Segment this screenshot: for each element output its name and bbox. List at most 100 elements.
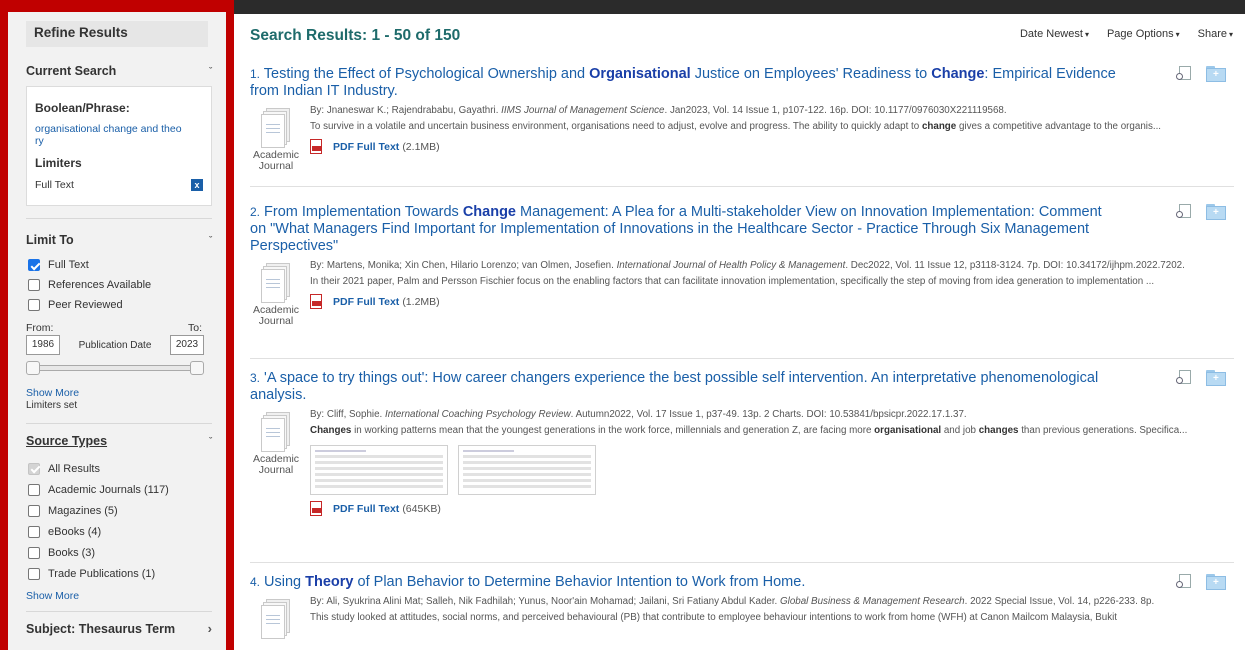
add-to-folder-icon[interactable]: + <box>1206 574 1226 590</box>
result-source-link[interactable]: Global Business & Management Research <box>780 596 965 607</box>
divider <box>26 423 212 424</box>
checkbox-row[interactable]: Academic Journals (117) <box>10 479 226 500</box>
preview-magnifier-icon[interactable] <box>1176 66 1192 82</box>
checkbox[interactable] <box>28 299 40 311</box>
checkbox-row[interactable]: eBooks (4) <box>10 521 226 542</box>
journal-page-shape <box>261 114 285 148</box>
page-options-dropdown[interactable]: Page Options ▾ <box>1107 28 1180 40</box>
slider-handle-end[interactable] <box>190 361 204 375</box>
checkbox[interactable] <box>28 567 40 580</box>
checkbox[interactable] <box>28 525 40 538</box>
table-thumbnail[interactable] <box>310 445 448 495</box>
table-thumbnail[interactable] <box>458 445 596 495</box>
add-to-folder-icon[interactable]: + <box>1206 204 1226 220</box>
result-citation: . 2022 Special Issue, Vol. 14, p226-233.… <box>964 596 1155 607</box>
result-title-link[interactable]: 4. Using Theory of Plan Behavior to Dete… <box>250 574 1120 591</box>
result-title-link[interactable]: 1. Testing the Effect of Psychological O… <box>250 66 1120 100</box>
highlighted-term: changes <box>978 425 1019 436</box>
checkbox-row[interactable]: All Results <box>10 458 226 479</box>
checkbox[interactable] <box>28 462 40 475</box>
result-citation: . Autumn2022, Vol. 17 Issue 1, p37-49. 1… <box>570 409 967 420</box>
result-abstract: To survive in a volatile and uncertain b… <box>310 120 1234 133</box>
pdf-file-size: (2.1MB) <box>402 141 440 153</box>
slider-handle-start[interactable] <box>26 361 40 375</box>
result-title-link[interactable]: 3. 'A space to try things out': How care… <box>250 370 1120 404</box>
search-result: 3. 'A space to try things out': How care… <box>250 370 1234 517</box>
date-newest-dropdown[interactable]: Date Newest ▾ <box>1020 28 1089 40</box>
journal-line-shape <box>266 619 280 620</box>
pdf-band-shape <box>312 301 322 306</box>
checkbox[interactable] <box>28 546 40 559</box>
search-results-main: Search Results: 1 - 50 of 150 Date Newes… <box>234 14 1245 650</box>
date-range-slider[interactable] <box>26 361 204 375</box>
checkbox-label: Peer Reviewed <box>48 299 123 311</box>
journal-line-shape <box>266 124 280 125</box>
chevron-down-icon[interactable]: ˇ <box>209 436 212 446</box>
checkbox-row[interactable]: Peer Reviewed <box>10 295 226 315</box>
remove-limiter-icon[interactable]: x <box>191 179 203 191</box>
search-results-heading: Search Results: 1 - 50 of 150 <box>250 27 461 44</box>
limit-to-show-more-link[interactable]: Show More <box>10 387 226 399</box>
journal-line-shape <box>266 428 280 429</box>
highlighted-term: Change <box>931 66 985 82</box>
thumbnail-caption-line <box>463 450 515 452</box>
add-to-folder-icon[interactable]: + <box>1206 370 1226 386</box>
result-details: By: Cliff, Sophie. International Coachin… <box>302 408 1234 517</box>
result-authors: By: Jnaneswar K.; Rajendrababu, Gayathri… <box>310 105 502 116</box>
pdf-full-text-link[interactable]: PDF Full Text (2.1MB) <box>310 139 1234 155</box>
add-to-folder-icon[interactable]: + <box>1206 66 1226 82</box>
source-types-heading: Source Types <box>26 434 108 448</box>
result-byline: By: Cliff, Sophie. International Coachin… <box>310 408 1234 421</box>
result-byline: By: Ali, Syukrina Alini Mat; Salleh, Nik… <box>310 595 1234 608</box>
chevron-down-icon[interactable]: ˇ <box>209 66 212 76</box>
subject-thesaurus-header[interactable]: Subject: Thesaurus Term › <box>10 621 226 636</box>
source-types-header[interactable]: Source Types ˇ <box>10 434 226 448</box>
thumbnail-row-line <box>315 467 443 470</box>
chevron-down-icon[interactable]: ˇ <box>209 235 212 245</box>
result-source-link[interactable]: IIMS Journal of Management Science <box>501 105 664 116</box>
publication-type-label: Academic Journal <box>252 149 300 172</box>
checkbox[interactable] <box>28 259 40 271</box>
checkbox[interactable] <box>28 483 40 496</box>
abstract-text: This study looked at attitudes, social n… <box>310 612 1117 623</box>
checkbox[interactable] <box>28 504 40 517</box>
checkbox-row[interactable]: Full Text <box>10 255 226 275</box>
to-year-input[interactable]: 2023 <box>169 335 204 355</box>
result-abstract: Changes in working patterns mean that th… <box>310 424 1234 437</box>
pdf-band-shape <box>312 146 322 151</box>
pdf-icon <box>310 501 324 517</box>
pdf-full-text-link[interactable]: PDF Full Text (645KB) <box>310 501 1234 517</box>
result-source-link[interactable]: International Journal of Health Policy &… <box>617 260 846 271</box>
journal-page-shape <box>261 605 285 639</box>
source-types-show-more-link[interactable]: Show More <box>10 590 226 602</box>
caret-down-icon: ▾ <box>1175 30 1180 39</box>
refine-results-sidebar: Refine Results Current Search ˇ Boolean/… <box>0 0 234 650</box>
title-text: Using <box>264 574 306 590</box>
results-options: Date Newest ▾ Page Options ▾ Share ▾ <box>1020 28 1233 40</box>
pdf-full-text-link[interactable]: PDF Full Text (1.2MB) <box>310 294 1234 310</box>
current-search-header[interactable]: Current Search ˇ <box>10 64 226 78</box>
preview-magnifier-icon[interactable] <box>1176 574 1192 590</box>
chevron-right-icon[interactable]: › <box>208 621 212 636</box>
preview-magnifier-icon[interactable] <box>1176 204 1192 220</box>
checkbox[interactable] <box>28 279 40 291</box>
result-number: 3. <box>250 371 261 385</box>
preview-magnifier-icon[interactable] <box>1176 370 1192 386</box>
checkbox-row[interactable]: References Available <box>10 275 226 295</box>
publication-type: Academic Journal <box>250 259 302 327</box>
highlighted-term: change <box>921 121 957 132</box>
current-search-heading: Current Search <box>26 64 117 78</box>
share-dropdown[interactable]: Share ▾ <box>1198 28 1233 40</box>
journal-line-shape <box>266 283 280 284</box>
result-source-link[interactable]: International Coaching Psychology Review <box>385 409 571 420</box>
result-title-link[interactable]: 2. From Implementation Towards Change Ma… <box>250 204 1120 255</box>
pdf-full-text-label: PDF Full Text <box>333 296 400 308</box>
limiter-full-text-label: Full Text <box>35 179 74 191</box>
checkbox-row[interactable]: Books (3) <box>10 542 226 563</box>
checkbox-label: Academic Journals (117) <box>48 483 169 496</box>
checkbox-row[interactable]: Magazines (5) <box>10 500 226 521</box>
limit-to-header[interactable]: Limit To ˇ <box>10 233 226 247</box>
from-year-input[interactable]: 1986 <box>26 335 60 355</box>
search-term-link[interactable]: organisational change and theory <box>35 123 185 147</box>
checkbox-row[interactable]: Trade Publications (1) <box>10 563 226 584</box>
